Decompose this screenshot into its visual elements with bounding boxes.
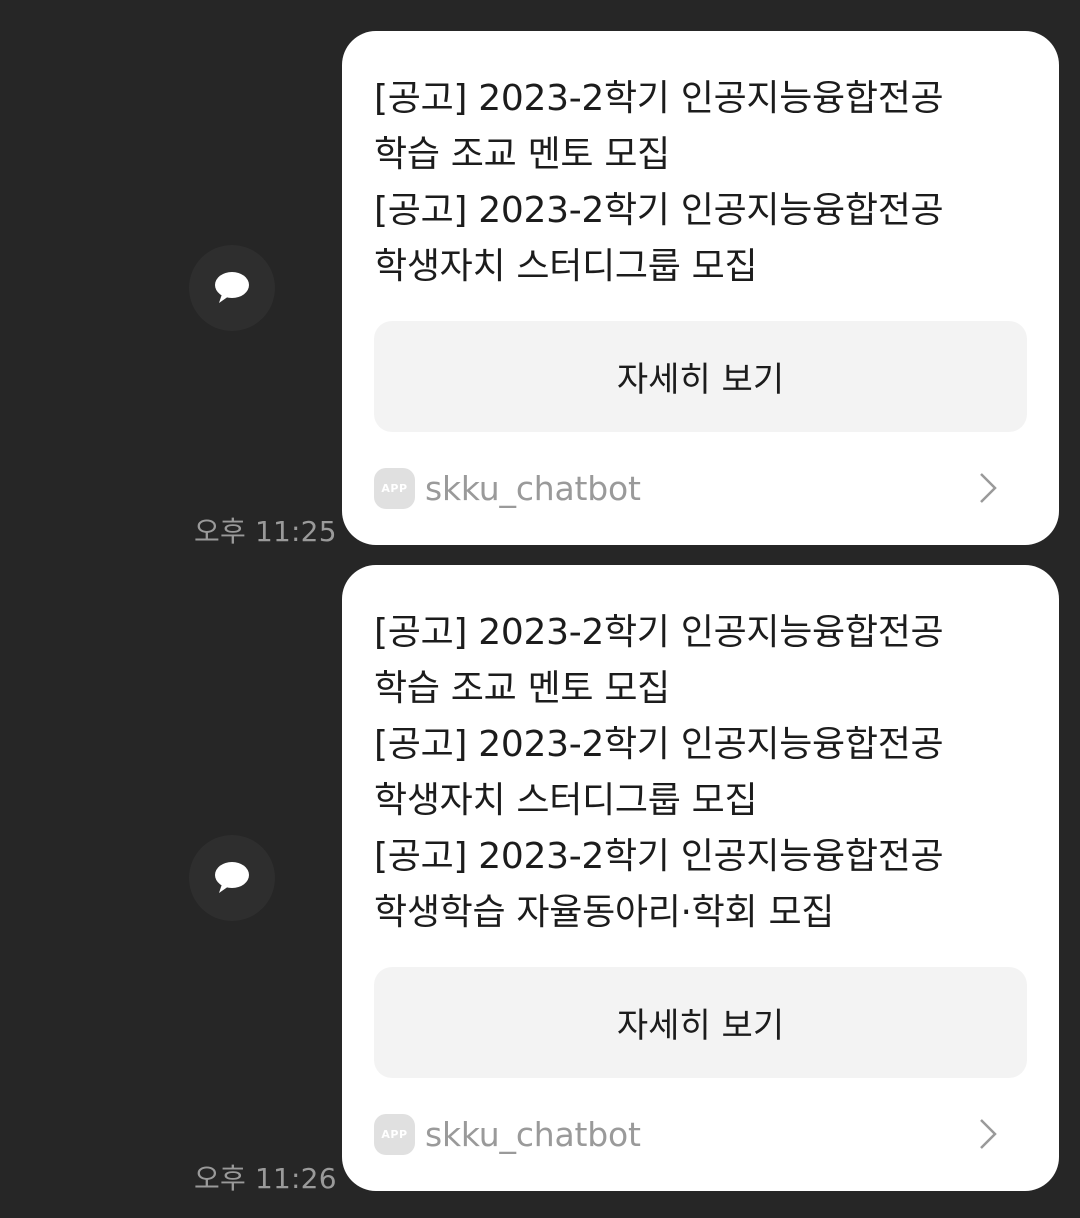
message-line: [공고] 2023-2학기 인공지능융합전공 [374, 612, 944, 653]
app-footer-link[interactable]: APP skku_chatbot [374, 1078, 1027, 1190]
message-line: 학생학습 자율동아리·학회 모집 [374, 892, 835, 933]
view-details-button[interactable]: 자세히 보기 [374, 967, 1027, 1078]
message-line: [공고] 2023-2학기 인공지능융합전공 [374, 724, 944, 765]
chevron-right-icon [980, 473, 997, 503]
message-line: 학생자치 스터디그룹 모집 [374, 780, 758, 821]
message-line: [공고] 2023-2학기 인공지능융합전공 [374, 836, 944, 877]
bot-avatar[interactable] [189, 245, 275, 331]
app-name: skku_chatbot [425, 1114, 641, 1154]
message-line: 학생자치 스터디그룹 모집 [374, 246, 758, 287]
message-text: [공고] 2023-2학기 인공지능융합전공 학습 조교 멘토 모집 [공고] … [374, 605, 1027, 941]
message-line: [공고] 2023-2학기 인공지능융합전공 [374, 190, 944, 231]
message-timestamp: 오후 11:26 [194, 1162, 337, 1195]
message-timestamp: 오후 11:25 [194, 515, 337, 548]
app-name: skku_chatbot [425, 468, 641, 508]
speech-bubble-icon [215, 862, 249, 893]
view-details-button[interactable]: 자세히 보기 [374, 321, 1027, 432]
chevron-right-icon [980, 1119, 997, 1149]
message-text: [공고] 2023-2학기 인공지능융합전공 학습 조교 멘토 모집 [공고] … [374, 71, 1027, 295]
bot-avatar[interactable] [189, 835, 275, 921]
message-line: 학습 조교 멘토 모집 [374, 668, 670, 709]
chat-room: 오후 11:25 [공고] 2023-2학기 인공지능융합전공 학습 조교 멘토… [0, 0, 1080, 1218]
app-badge-icon: APP [374, 1113, 415, 1155]
app-badge-icon: APP [374, 467, 415, 509]
speech-bubble-icon [215, 272, 249, 303]
message-card: [공고] 2023-2학기 인공지능융합전공 학습 조교 멘토 모집 [공고] … [342, 565, 1059, 1191]
message-line: [공고] 2023-2학기 인공지능융합전공 [374, 78, 944, 119]
message-line: 학습 조교 멘토 모집 [374, 134, 670, 175]
message-card: [공고] 2023-2학기 인공지능융합전공 학습 조교 멘토 모집 [공고] … [342, 31, 1059, 545]
app-footer-link[interactable]: APP skku_chatbot [374, 432, 1027, 544]
